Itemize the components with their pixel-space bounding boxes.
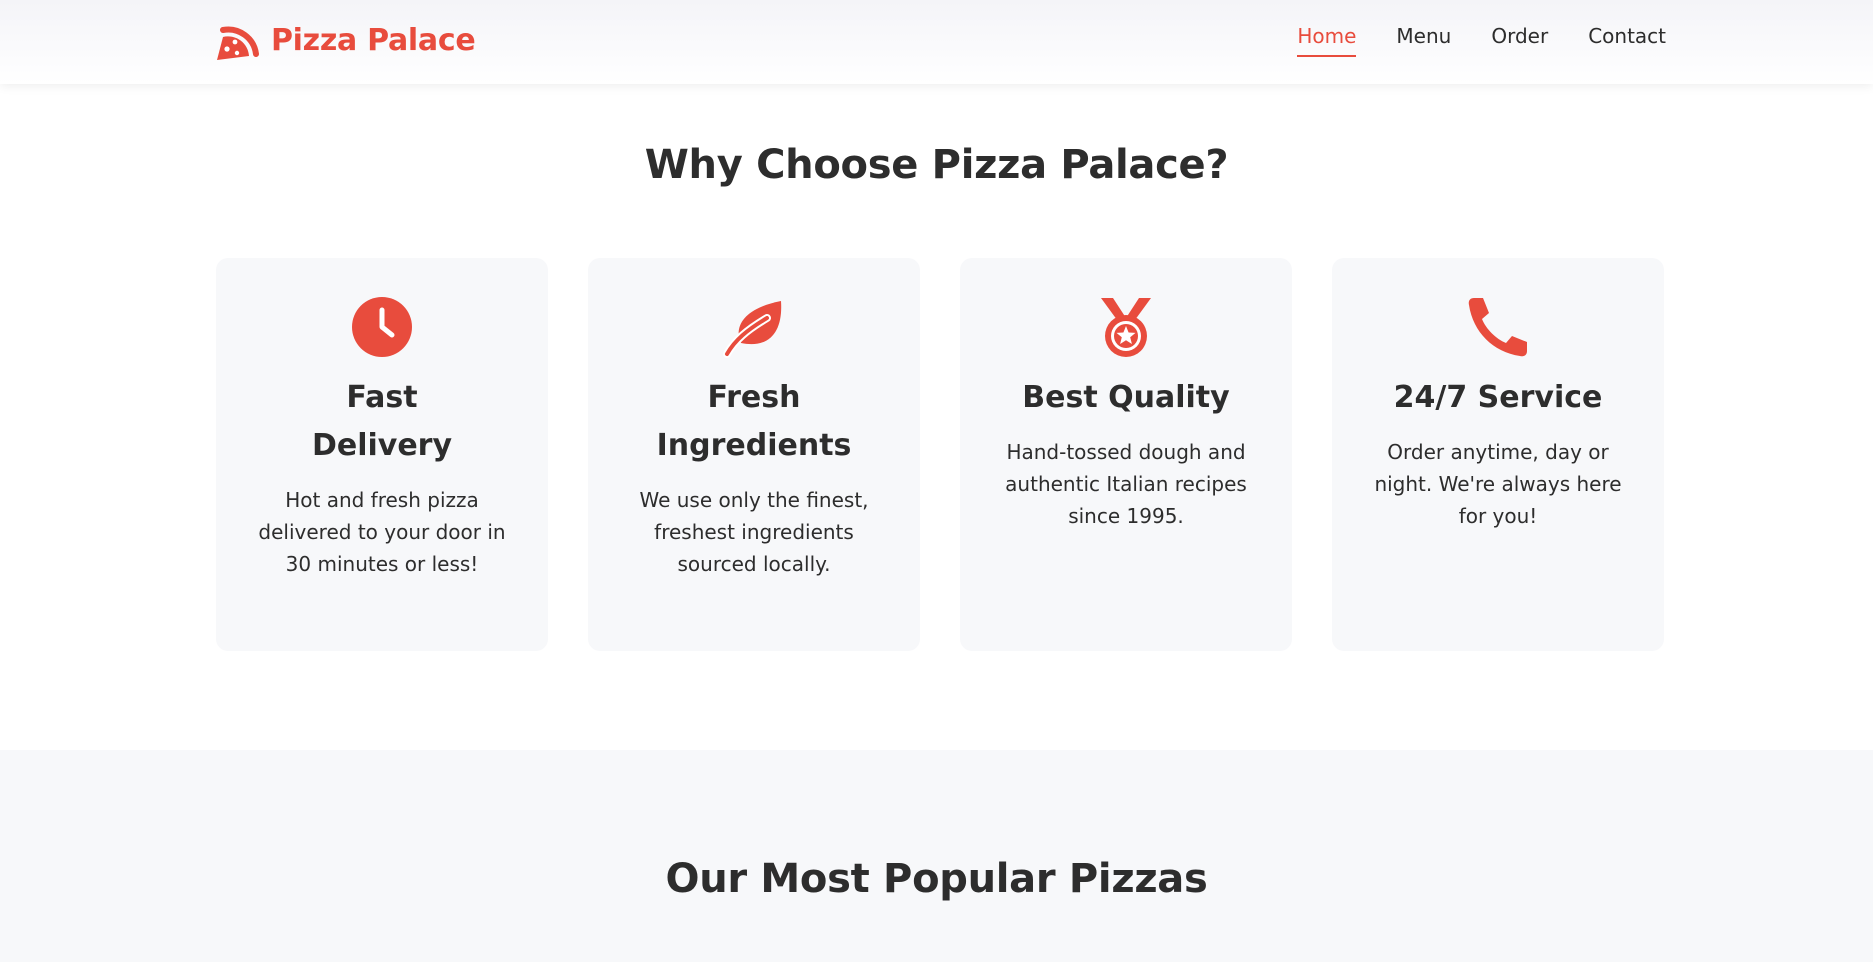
- features-section: Why Choose Pizza Palace? Fast Delivery H…: [0, 84, 1873, 750]
- nav-menu[interactable]: Menu: [1396, 24, 1451, 57]
- feature-title: Fresh Ingredients: [656, 380, 852, 463]
- feature-title: 24/7 Service: [1393, 380, 1603, 415]
- feature-card-service: 24/7 Service Order anytime, day or night…: [1332, 258, 1664, 651]
- nav-order[interactable]: Order: [1491, 24, 1548, 57]
- leaf-icon: [723, 301, 782, 358]
- main-nav: Home Menu Order Contact: [1297, 24, 1666, 57]
- feature-cards: Fast Delivery Hot and fresh pizza delive…: [216, 258, 1666, 651]
- feature-title: Best Quality: [1022, 380, 1230, 415]
- nav-contact[interactable]: Contact: [1588, 24, 1666, 57]
- brand-link[interactable]: Pizza Palace: [215, 18, 476, 62]
- popular-title: Our Most Popular Pizzas: [665, 856, 1208, 902]
- feature-title: Fast Delivery: [311, 380, 453, 463]
- medal-icon: [1101, 298, 1151, 357]
- features-title: Why Choose Pizza Palace?: [644, 142, 1229, 188]
- feature-card-fast-delivery: Fast Delivery Hot and fresh pizza delive…: [216, 258, 548, 651]
- feature-card-fresh-ingredients: Fresh Ingredients We use only the finest…: [588, 258, 920, 651]
- clock-icon: [352, 297, 412, 357]
- feature-card-best-quality: Best Quality Hand-tossed dough and authe…: [960, 258, 1292, 651]
- feature-text: Hot and fresh pizza delivered to your do…: [258, 488, 506, 576]
- feature-text: We use only the finest, freshest ingredi…: [639, 488, 869, 576]
- brand-name: Pizza Palace: [271, 22, 476, 58]
- popular-section: Our Most Popular Pizzas: [0, 750, 1873, 962]
- navbar: Pizza Palace Home Menu Order Contact: [0, 0, 1873, 84]
- phone-icon: [1468, 298, 1527, 357]
- nav-home[interactable]: Home: [1297, 24, 1357, 57]
- feature-text: Order anytime, day or night. We're alway…: [1374, 440, 1622, 528]
- pizza-slice-icon: [217, 26, 259, 60]
- feature-text: Hand-tossed dough and authentic Italian …: [1005, 440, 1247, 528]
